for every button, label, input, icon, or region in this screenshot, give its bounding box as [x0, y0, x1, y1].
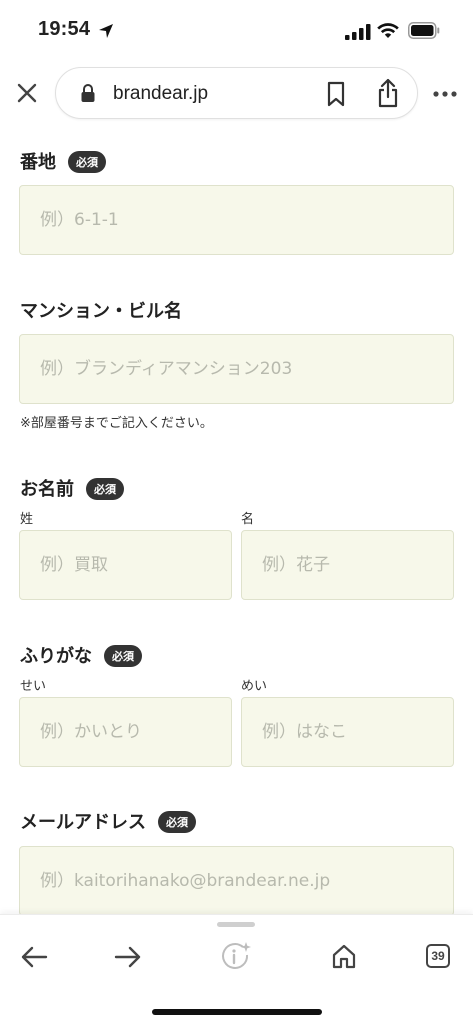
email-field[interactable] — [19, 846, 454, 916]
name-label: お名前 — [20, 479, 74, 500]
building-input[interactable] — [20, 335, 453, 403]
required-badge: 必須 — [86, 478, 124, 500]
furigana-section-title: ふりがな 必須 — [20, 642, 142, 668]
url-text[interactable]: brandear.jp — [113, 83, 208, 105]
required-badge: 必須 — [158, 811, 196, 833]
email-label: メールアドレス — [20, 812, 146, 833]
share-icon[interactable] — [376, 78, 400, 108]
last-name-input[interactable] — [20, 531, 231, 599]
page-info-icon[interactable] — [220, 941, 252, 973]
required-badge: 必須 — [104, 645, 142, 667]
required-badge: 必須 — [68, 151, 106, 173]
address-field[interactable] — [19, 185, 454, 255]
address-section-title: 番地 必須 — [20, 148, 106, 174]
wifi-icon — [377, 23, 399, 38]
tab-count-button[interactable]: 39 — [426, 944, 450, 968]
bookmark-icon[interactable] — [326, 81, 346, 107]
battery-icon — [408, 22, 440, 39]
first-name-input[interactable] — [242, 531, 453, 599]
address-bar[interactable]: brandear.jp — [55, 67, 418, 119]
home-indicator — [152, 1009, 322, 1015]
first-name-field[interactable] — [241, 530, 454, 600]
status-bar: 19:54 — [0, 0, 473, 62]
email-input[interactable] — [20, 847, 453, 915]
back-arrow-icon[interactable] — [20, 945, 48, 969]
last-name-label: 姓 — [20, 512, 34, 527]
close-icon[interactable] — [14, 80, 40, 106]
last-name-kana-field[interactable] — [19, 697, 232, 767]
building-section-title: マンション・ビル名 — [20, 297, 182, 323]
lock-icon — [81, 84, 95, 102]
name-section-title: お名前 必須 — [20, 475, 124, 501]
forward-arrow-icon[interactable] — [114, 945, 142, 969]
last-name-field[interactable] — [19, 530, 232, 600]
location-arrow-icon — [99, 24, 113, 38]
address-input[interactable] — [20, 186, 453, 254]
first-name-kana-label: めい — [241, 679, 268, 694]
building-field[interactable] — [19, 334, 454, 404]
more-options-icon[interactable] — [432, 90, 458, 98]
building-note: ※部屋番号までご記入ください。 — [20, 416, 213, 431]
first-name-kana-field[interactable] — [241, 697, 454, 767]
furigana-label: ふりがな — [20, 646, 92, 667]
last-name-kana-label: せい — [20, 679, 47, 694]
email-section-title: メールアドレス 必須 — [20, 808, 196, 834]
home-icon[interactable] — [331, 943, 357, 969]
status-time: 19:54 — [38, 18, 91, 40]
cellular-signal-icon — [345, 24, 371, 40]
toolbar-grabber[interactable] — [217, 922, 255, 927]
first-name-label: 名 — [241, 512, 255, 527]
browser-toolbar: 39 — [0, 914, 473, 1024]
building-label: マンション・ビル名 — [20, 301, 182, 322]
last-name-kana-input[interactable] — [20, 698, 231, 766]
address-label: 番地 — [20, 152, 56, 173]
first-name-kana-input[interactable] — [242, 698, 453, 766]
